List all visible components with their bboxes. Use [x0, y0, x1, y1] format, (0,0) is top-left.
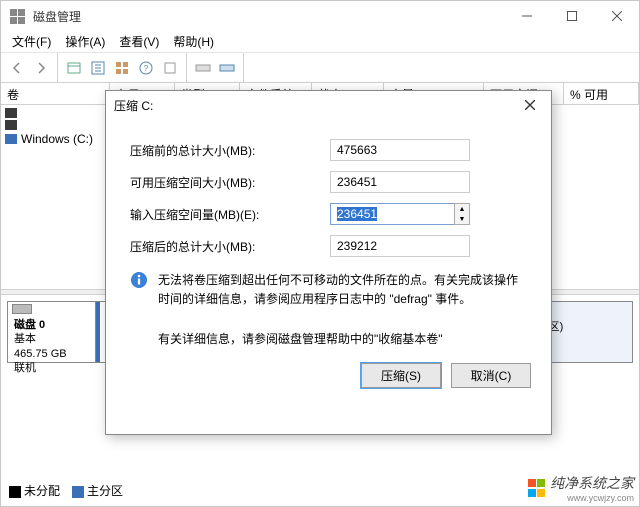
svg-text:?: ? [144, 64, 149, 73]
info-text: 无法将卷压缩到超出任何不可移动的文件所在的点。有关完成该操作时间的详细信息，请参… [158, 271, 527, 308]
dialog-titlebar: 压缩 C: [106, 91, 551, 119]
back-button[interactable] [6, 57, 28, 79]
menu-help[interactable]: 帮助(H) [166, 31, 221, 52]
shrink-amount-spinner[interactable]: ▲ ▼ [330, 203, 470, 225]
value-size-after: 239212 [330, 235, 470, 257]
disk-info: 磁盘 0 基本 465.75 GB 联机 [8, 302, 96, 362]
shrink-amount-input[interactable] [330, 203, 454, 225]
forward-button[interactable] [30, 57, 52, 79]
watermark: 纯净系统之家 www.ycwjzy.com [528, 473, 634, 503]
dialog-title: 压缩 C: [114, 97, 517, 114]
titlebar: 磁盘管理 [1, 1, 639, 31]
toolbar: ? [1, 53, 639, 83]
toolbar-icon-6[interactable] [192, 57, 214, 79]
cancel-button[interactable]: 取消(C) [451, 363, 531, 388]
maximize-button[interactable] [549, 1, 594, 31]
menubar: 文件(F) 操作(A) 查看(V) 帮助(H) [1, 31, 639, 53]
toolbar-icon-7[interactable] [216, 57, 238, 79]
help-button[interactable]: ? [135, 57, 157, 79]
label-size-after: 压缩后的总计大小(MB): [130, 238, 330, 255]
close-button[interactable] [594, 1, 639, 31]
info-message: 无法将卷压缩到超出任何不可移动的文件所在的点。有关完成该操作时间的详细信息，请参… [130, 271, 527, 308]
app-icon [9, 8, 25, 24]
menu-view[interactable]: 查看(V) [112, 31, 166, 52]
info-icon [130, 271, 148, 308]
refresh-button[interactable] [87, 57, 109, 79]
toolbar-icon-3[interactable] [111, 57, 133, 79]
disk-icon [12, 304, 32, 314]
col-pctfree[interactable]: % 可用 [564, 83, 639, 104]
spinner-up[interactable]: ▲ [455, 204, 469, 214]
label-size-before: 压缩前的总计大小(MB): [130, 142, 330, 159]
menu-file[interactable]: 文件(F) [5, 31, 58, 52]
col-volume[interactable]: 卷 [1, 83, 110, 104]
toolbar-icon-5[interactable] [159, 57, 181, 79]
legend: 未分配 主分区 [9, 482, 123, 499]
spinner-down[interactable]: ▼ [455, 214, 469, 224]
label-input-amount: 输入压缩空间量(MB)(E): [130, 206, 330, 223]
window-title: 磁盘管理 [33, 8, 504, 25]
value-available: 236451 [330, 171, 470, 193]
help-link-text: 有关详细信息，请参阅磁盘管理帮助中的"收缩基本卷" [158, 330, 527, 347]
shrink-dialog: 压缩 C: 压缩前的总计大小(MB): 475663 可用压缩空间大小(MB):… [105, 90, 552, 435]
dialog-close-button[interactable] [517, 94, 543, 116]
label-available: 可用压缩空间大小(MB): [130, 174, 330, 191]
watermark-logo-icon [528, 479, 546, 497]
minimize-button[interactable] [504, 1, 549, 31]
shrink-button[interactable]: 压缩(S) [361, 363, 441, 388]
value-size-before: 475663 [330, 139, 470, 161]
menu-action[interactable]: 操作(A) [58, 31, 112, 52]
toolbar-icon-1[interactable] [63, 57, 85, 79]
